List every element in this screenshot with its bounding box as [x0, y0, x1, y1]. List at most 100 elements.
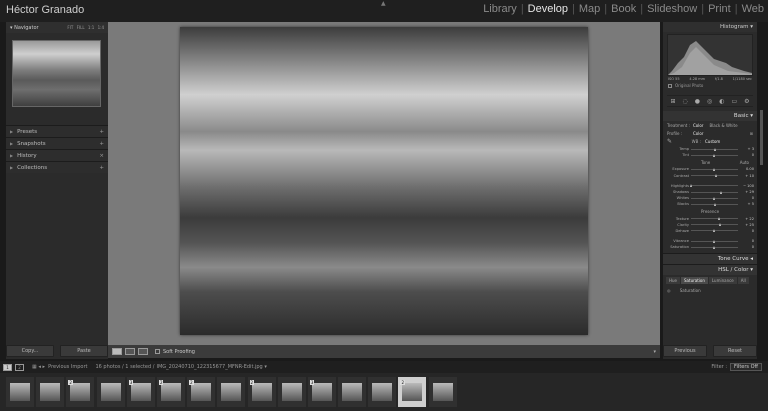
slider-value[interactable]: 0: [738, 196, 754, 200]
filmstrip-thumbnail[interactable]: 2: [156, 377, 185, 407]
slider-track[interactable]: [691, 190, 738, 194]
spot-removal-icon[interactable]: ◌: [683, 98, 688, 105]
stack-badge[interactable]: 3: [128, 380, 134, 385]
stack-badge[interactable]: 2: [189, 380, 194, 385]
module-slideshow[interactable]: Slideshow: [643, 3, 701, 15]
slider-track[interactable]: [691, 229, 738, 233]
zoom-options[interactable]: FIT FILL 1:1 1:4: [67, 25, 104, 30]
panel-collapse-arrow[interactable]: ▲: [381, 0, 386, 7]
zoom-fit[interactable]: FIT: [67, 25, 76, 30]
basic-header[interactable]: Basic ▾: [663, 111, 757, 121]
add-icon[interactable]: +: [99, 129, 104, 135]
zoom-1-4[interactable]: 1:4: [98, 25, 104, 30]
module-book[interactable]: Book: [607, 3, 640, 15]
zoom-fill[interactable]: FILL: [77, 25, 88, 30]
slider-track[interactable]: [691, 217, 738, 221]
module-develop[interactable]: Develop: [524, 3, 572, 15]
histogram-header[interactable]: Histogram ▾: [663, 22, 757, 32]
monitor-1-button[interactable]: 1: [3, 363, 12, 371]
profile-value[interactable]: Color: [693, 131, 703, 136]
slider-knob[interactable]: [718, 217, 721, 221]
slider-value[interactable]: 0.00: [738, 167, 754, 171]
section-collections[interactable]: ▶ Collections +: [6, 161, 108, 173]
filmstrip-thumbnail[interactable]: [338, 377, 367, 407]
loupe-view-icon[interactable]: [112, 348, 122, 355]
slider-track[interactable]: [691, 202, 738, 206]
slider-track[interactable]: [691, 174, 738, 178]
slider-knob[interactable]: [713, 245, 715, 249]
slider-knob[interactable]: [718, 223, 721, 227]
filmstrip-thumbnail[interactable]: 2: [187, 377, 216, 407]
stack-badge[interactable]: 2: [158, 380, 164, 385]
crop-icon[interactable]: ⊞: [670, 98, 675, 105]
navigator-header[interactable]: ▾ Navigator FIT FILL 1:1 1:4: [6, 22, 108, 33]
right-panel-scrollbar[interactable]: [760, 110, 763, 165]
tone-curve-header[interactable]: Tone Curve ◂: [663, 253, 757, 265]
filmstrip-thumbnail[interactable]: 2: [66, 377, 95, 407]
filmstrip-thumbnail[interactable]: 2: [398, 377, 427, 407]
slider-blacks[interactable]: Blacks + 5: [663, 201, 757, 207]
image-canvas[interactable]: [108, 22, 660, 345]
slider-track[interactable]: [691, 245, 738, 249]
soft-proofing-checkbox[interactable]: [155, 349, 160, 354]
treatment-bw[interactable]: Black & White: [709, 123, 737, 128]
slider-value[interactable]: + 29: [738, 190, 754, 194]
clear-icon[interactable]: ×: [99, 153, 104, 159]
filmstrip-thumbnail[interactable]: [368, 377, 397, 407]
auto-tone-button[interactable]: Auto: [740, 160, 749, 165]
stack-badge[interactable]: 2: [68, 380, 73, 385]
slider-value[interactable]: 0: [738, 153, 754, 157]
target-icon[interactable]: ◎: [667, 288, 672, 293]
module-print[interactable]: Print: [704, 3, 735, 15]
slider-knob[interactable]: [713, 239, 715, 243]
slider-knob[interactable]: [713, 167, 715, 171]
section-history[interactable]: ▶ History ×: [6, 149, 108, 161]
slider-track[interactable]: [691, 196, 738, 200]
slider-value[interactable]: + 5: [738, 202, 754, 206]
original-photo-checkbox[interactable]: [668, 83, 672, 88]
slider-value[interactable]: + 25: [738, 223, 754, 227]
treatment-color[interactable]: Color: [693, 123, 703, 128]
filmstrip-thumbnail[interactable]: [96, 377, 125, 407]
tab-hue[interactable]: Hue: [666, 277, 681, 285]
slider-track[interactable]: [691, 167, 738, 171]
stack-badge[interactable]: 2: [400, 380, 405, 385]
filename-menu-icon[interactable]: ▾: [263, 364, 267, 370]
filmstrip-thumbnail[interactable]: [6, 377, 34, 407]
slider-track[interactable]: [691, 223, 738, 227]
zoom-1-1[interactable]: 1:1: [88, 25, 98, 30]
slider-value[interactable]: + 22: [738, 217, 754, 221]
slider-knob[interactable]: [713, 196, 715, 200]
wb-value[interactable]: Custom: [705, 139, 720, 144]
slider-value[interactable]: + 3: [738, 147, 754, 151]
slider-knob[interactable]: [690, 184, 693, 188]
slider-value[interactable]: 0: [738, 245, 754, 249]
masking-icon[interactable]: ◎: [707, 98, 712, 105]
module-library[interactable]: Library: [479, 3, 521, 15]
module-web[interactable]: Web: [738, 3, 768, 15]
module-map[interactable]: Map: [575, 3, 604, 15]
filmstrip-thumbnail[interactable]: 3: [307, 377, 336, 407]
filter-select[interactable]: Filters Off: [730, 363, 762, 371]
previous-button[interactable]: Previous: [663, 345, 707, 357]
slider-value[interactable]: − 100: [738, 184, 754, 188]
toolbar-menu-arrow-icon[interactable]: ▾: [653, 349, 656, 355]
navigator-preview[interactable]: [12, 40, 101, 107]
add-icon[interactable]: +: [99, 165, 104, 171]
slider-track[interactable]: [690, 184, 738, 188]
profile-browser-icon[interactable]: ⊞: [750, 131, 753, 136]
paste-button[interactable]: Paste: [60, 345, 108, 357]
slider-knob[interactable]: [714, 202, 717, 206]
section-snapshots[interactable]: ▶ Snapshots +: [6, 137, 108, 149]
filmstrip-thumbnail[interactable]: 2: [247, 377, 276, 407]
section-presets[interactable]: ▶ Presets +: [6, 125, 108, 137]
original-photo-toggle[interactable]: Original Photo: [663, 82, 757, 89]
radial-icon[interactable]: ◐: [719, 98, 724, 105]
slider-value[interactable]: 0: [738, 229, 754, 233]
slider-track[interactable]: [691, 147, 738, 151]
slider-knob[interactable]: [719, 190, 722, 194]
add-icon[interactable]: +: [99, 141, 104, 147]
tab-all[interactable]: All: [737, 277, 749, 285]
histogram[interactable]: [667, 34, 753, 76]
filmstrip-thumbnail[interactable]: [36, 377, 65, 407]
